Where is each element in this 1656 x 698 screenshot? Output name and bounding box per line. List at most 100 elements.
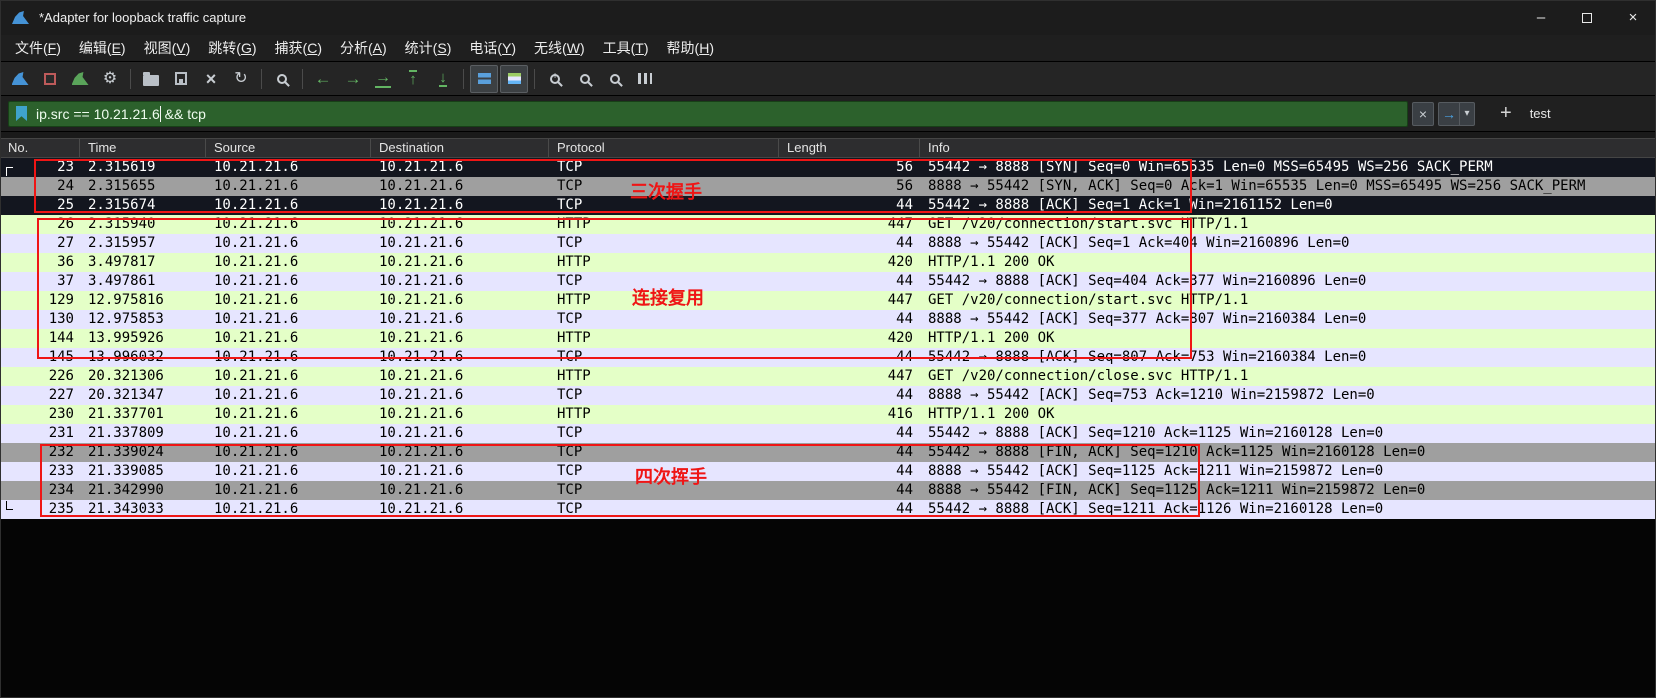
- menu-item-wireless[interactable]: 无线(W): [525, 38, 594, 58]
- cell-time: 3.497817: [88, 254, 156, 270]
- packet-row[interactable]: 129 12.975816 10.21.21.6 10.21.21.6 HTTP 447 G…: [0, 291, 1656, 310]
- menu-item-help[interactable]: 帮助(H): [658, 38, 723, 58]
- filter-input[interactable]: ip.src == 10.21.21.6 && tcp: [8, 100, 1408, 127]
- filter-add-button[interactable]: +: [1495, 101, 1517, 126]
- zoom-reset-button[interactable]: [601, 65, 629, 93]
- stop-capture-button[interactable]: [36, 65, 64, 93]
- save-file-button[interactable]: [167, 65, 195, 93]
- start-capture-button[interactable]: [6, 65, 34, 93]
- cell-source: 10.21.21.6: [214, 159, 299, 175]
- packet-row[interactable]: 231 21.337809 10.21.21.6 10.21.21.6 TCP 44 554…: [0, 424, 1656, 443]
- packet-row[interactable]: 36 3.497817 10.21.21.6 10.21.21.6 HTTP 420 HTT…: [0, 253, 1656, 272]
- packet-row[interactable]: 27 2.315957 10.21.21.6 10.21.21.6 TCP 44 8888 …: [0, 234, 1656, 253]
- packet-row[interactable]: 26 2.315940 10.21.21.6 10.21.21.6 HTTP 447 GET…: [0, 215, 1656, 234]
- cell-no: 145: [48, 349, 74, 365]
- cell-length: 44: [896, 387, 913, 403]
- cell-length: 44: [896, 235, 913, 251]
- column-header-protocol[interactable]: Protocol: [549, 139, 779, 157]
- close-button[interactable]: ×: [1610, 0, 1656, 35]
- reload-file-button[interactable]: [227, 65, 255, 93]
- cell-destination: 10.21.21.6: [379, 444, 464, 460]
- filter-shortcut-test-button[interactable]: test: [1529, 105, 1552, 122]
- packet-row[interactable]: 227 20.321347 10.21.21.6 10.21.21.6 TCP 44 888…: [0, 386, 1656, 405]
- cell-info: 55442 → 8888 [ACK] Seq=1211 Ack=1126 Win…: [928, 501, 1384, 517]
- menu-item-analyze[interactable]: 分析(A): [331, 38, 396, 58]
- close-file-button[interactable]: [197, 65, 225, 93]
- cell-length: 56: [896, 159, 913, 175]
- filter-apply-button[interactable]: →: [1438, 101, 1460, 126]
- menu-item-edit[interactable]: 编辑(E): [70, 38, 135, 58]
- colorize-button[interactable]: [500, 64, 528, 93]
- toolbar-separator: [302, 68, 303, 89]
- filter-dropdown-button[interactable]: ▾: [1460, 101, 1475, 126]
- packet-row[interactable]: 144 13.995926 10.21.21.6 10.21.21.6 HTTP 420 H…: [0, 329, 1656, 348]
- cell-source: 10.21.21.6: [214, 197, 299, 213]
- menu-item-file[interactable]: 文件(F): [6, 38, 70, 58]
- packet-row[interactable]: 145 13.996032 10.21.21.6 10.21.21.6 TCP 44 554…: [0, 348, 1656, 367]
- cell-length: 44: [896, 463, 913, 479]
- zoom-in-button[interactable]: +: [541, 65, 569, 93]
- cell-time: 2.315619: [88, 159, 156, 175]
- column-header-time[interactable]: Time: [80, 139, 206, 157]
- go-forward-button[interactable]: [339, 65, 367, 93]
- cell-info: GET /v20/connection/close.svc HTTP/1.1: [928, 368, 1249, 384]
- packet-row[interactable]: 130 12.975853 10.21.21.6 10.21.21.6 TCP 44 888…: [0, 310, 1656, 329]
- auto-scroll-icon: [477, 73, 491, 84]
- menu-item-tools[interactable]: 工具(T): [594, 38, 658, 58]
- packet-row[interactable]: 234 21.342990 10.21.21.6 10.21.21.6 TCP 44 888…: [0, 481, 1656, 500]
- column-header-length[interactable]: Length: [779, 139, 920, 157]
- open-file-button[interactable]: [137, 65, 165, 93]
- packet-row[interactable]: 230 21.337701 10.21.21.6 10.21.21.6 HTTP 416 H…: [0, 405, 1656, 424]
- cell-source: 10.21.21.6: [214, 444, 299, 460]
- zoom-out-button[interactable]: −: [571, 65, 599, 93]
- restart-capture-button[interactable]: [66, 65, 94, 93]
- packet-row[interactable]: 25 2.315674 10.21.21.6 10.21.21.6 TCP 44 55442…: [0, 196, 1656, 215]
- minimize-button[interactable]: –: [1518, 0, 1564, 35]
- capture-options-button[interactable]: [96, 65, 124, 93]
- toolbar-separator: [463, 68, 464, 89]
- cell-destination: 10.21.21.6: [379, 425, 464, 441]
- go-to-top-button[interactable]: [399, 65, 427, 93]
- cell-protocol: HTTP: [557, 330, 591, 346]
- column-header-source[interactable]: Source: [206, 139, 371, 157]
- cell-no: 144: [48, 330, 74, 346]
- resize-columns-button[interactable]: [631, 65, 659, 93]
- cell-source: 10.21.21.6: [214, 330, 299, 346]
- packet-row[interactable]: 24 2.315655 10.21.21.6 10.21.21.6 TCP 56 8888 …: [0, 177, 1656, 196]
- cell-protocol: TCP: [557, 349, 583, 365]
- packet-row[interactable]: 23 2.315619 10.21.21.6 10.21.21.6 TCP 56 55442…: [0, 158, 1656, 177]
- menu-item-view[interactable]: 视图(V): [135, 38, 200, 58]
- window-title: *Adapter for loopback traffic capture: [39, 10, 247, 25]
- packet-row[interactable]: 233 21.339085 10.21.21.6 10.21.21.6 TCP 44 888…: [0, 462, 1656, 481]
- save-file-icon: [175, 72, 187, 85]
- menu-item-statistics[interactable]: 统计(S): [396, 38, 461, 58]
- go-to-bottom-button[interactable]: [429, 65, 457, 93]
- open-file-icon: [143, 71, 159, 86]
- go-to-packet-button[interactable]: [369, 65, 397, 93]
- cell-time: 13.996032: [88, 349, 164, 365]
- packet-row[interactable]: 235 21.343033 10.21.21.6 10.21.21.6 TCP 44 554…: [0, 500, 1656, 519]
- cell-no: 27: [57, 235, 74, 251]
- cell-time: 2.315655: [88, 178, 156, 194]
- menu-item-capture[interactable]: 捕获(C): [266, 38, 331, 58]
- packet-row[interactable]: 232 21.339024 10.21.21.6 10.21.21.6 TCP 44 554…: [0, 443, 1656, 462]
- cell-length: 44: [896, 501, 913, 517]
- packet-row[interactable]: 37 3.497861 10.21.21.6 10.21.21.6 TCP 44 55442…: [0, 272, 1656, 291]
- go-back-button[interactable]: [309, 65, 337, 93]
- cell-no: 231: [48, 425, 74, 441]
- reload-file-icon: [234, 71, 247, 87]
- menu-item-telephony[interactable]: 电话(Y): [460, 38, 525, 58]
- find-packet-button[interactable]: [268, 65, 296, 93]
- go-back-icon: [315, 70, 332, 87]
- filter-clear-button[interactable]: ×: [1412, 101, 1434, 126]
- column-header-info[interactable]: Info: [920, 139, 1656, 157]
- cell-protocol: TCP: [557, 197, 583, 213]
- filter-bookmark-icon[interactable]: [16, 106, 27, 121]
- packet-row[interactable]: 226 20.321306 10.21.21.6 10.21.21.6 HTTP 447 G…: [0, 367, 1656, 386]
- cell-time: 21.337809: [88, 425, 164, 441]
- auto-scroll-button[interactable]: [470, 64, 498, 93]
- column-header-destination[interactable]: Destination: [371, 139, 549, 157]
- column-header-no[interactable]: No.: [0, 139, 80, 157]
- maximize-button[interactable]: [1564, 0, 1610, 35]
- menu-item-go[interactable]: 跳转(G): [199, 38, 265, 58]
